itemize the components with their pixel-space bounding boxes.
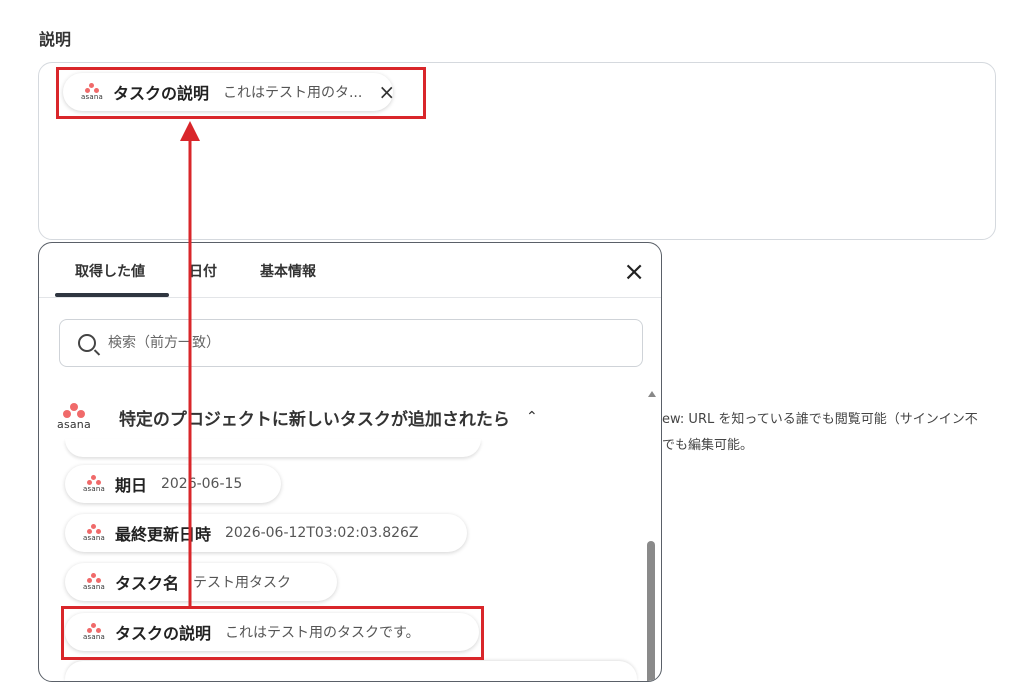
asana-logo-icon: asana [83,573,105,591]
variable-item-task-name[interactable]: asana タスク名 テスト用タスク [65,563,337,601]
item-value: 2026-06-12T03:02:03.826Z [224,525,419,541]
item-label: タスク名 [114,574,179,593]
search-icon [78,334,96,352]
list-item[interactable] [65,661,637,681]
sharing-note-line-1: ew: URL を知っている誰でも閲覧可能（サインイン不 [662,412,978,427]
tab-date[interactable]: 日付 [189,261,217,281]
picker-tabs: 取得した値 日付 基本情報 [39,243,661,298]
item-value: テスト用タスク [192,575,291,591]
trigger-group-header[interactable]: asana 特定のプロジェクトに新しいタスクが追加されたら ⌃ [57,403,538,431]
field-label: 説明 [39,30,72,49]
asana-logo-icon: asana [83,475,105,493]
list-item[interactable] [65,439,481,457]
close-picker-icon[interactable]: × [623,259,645,285]
highlight-box-selected-chip [56,67,426,119]
variable-item-last-modified[interactable]: asana 最終更新日時 2026-06-12T03:02:03.826Z [65,514,467,552]
chevron-up-icon[interactable]: ⌃ [526,409,538,425]
scroll-up-arrow-icon[interactable] [648,391,656,397]
variable-item-due-date[interactable]: asana 期日 2026-06-15 [65,465,281,503]
search-field[interactable] [59,319,643,367]
tab-retrieved-values[interactable]: 取得した値 [75,261,145,281]
asana-logo-icon: asana [57,403,91,431]
search-input[interactable] [106,334,590,352]
group-title: 特定のプロジェクトに新しいタスクが追加されたら [118,409,510,430]
asana-logo-icon: asana [83,524,105,542]
item-label: 最終更新日時 [114,525,211,544]
item-label: 期日 [114,476,147,495]
highlight-box-source-item [61,606,484,660]
active-tab-indicator [55,293,169,297]
item-value: 2026-06-15 [160,476,243,492]
scrollbar-thumb[interactable] [647,541,655,681]
tab-basic-info[interactable]: 基本情報 [260,261,316,281]
sharing-note-line-2: でも編集可能。 [662,438,754,453]
